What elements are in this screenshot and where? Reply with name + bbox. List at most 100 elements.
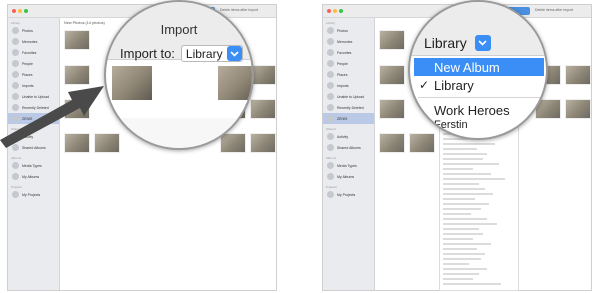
- folder-icon: [12, 191, 19, 198]
- sidebar-item-label: Imports: [337, 83, 349, 88]
- sidebar-item-label: Recently Deleted: [337, 105, 364, 110]
- import-destination-select[interactable]: Library: [180, 45, 243, 62]
- sidebar-item-my-albums[interactable]: My Albums: [8, 171, 59, 182]
- window-controls: [12, 9, 28, 13]
- sidebar-item-activity[interactable]: Activity: [323, 131, 374, 142]
- sidebar-item-shared-albums[interactable]: Shared Albums: [323, 142, 374, 153]
- chevron-down-icon[interactable]: [226, 46, 242, 61]
- sidebar: Library Photos Memories Favorites People…: [323, 18, 375, 290]
- sidebar-heading-albums: Albums: [326, 156, 337, 160]
- imports-icon: [327, 82, 334, 89]
- places-icon: [327, 71, 334, 78]
- sidebar-item-memories[interactable]: Memories: [323, 36, 374, 47]
- sidebar-item-media-types[interactable]: Media Types: [323, 160, 374, 171]
- menu-item-label: Work Heroes: [434, 102, 510, 118]
- photo-thumbnail[interactable]: [218, 66, 252, 100]
- sidebar-heading-shared: Shared: [326, 127, 336, 131]
- photo-thumbnail[interactable]: [250, 133, 276, 153]
- sidebar-heading-library: Library: [326, 21, 336, 25]
- sidebar-item-label: ZENIS: [337, 116, 348, 121]
- minimize-window-button[interactable]: [333, 9, 337, 13]
- sidebar-item-photos[interactable]: Photos: [323, 25, 374, 36]
- lens-lower-area: [106, 118, 252, 148]
- minimize-window-button[interactable]: [18, 9, 22, 13]
- shared-albums-icon: [327, 144, 334, 151]
- close-window-button[interactable]: [327, 9, 331, 13]
- chevron-down-icon[interactable]: [474, 35, 491, 51]
- checkmark-icon: ✓: [419, 78, 430, 92]
- sidebar-item-unable-to-upload[interactable]: Unable to Upload: [323, 91, 374, 102]
- sidebar-item-people[interactable]: People: [8, 58, 59, 69]
- photos-icon: [327, 27, 334, 34]
- sidebar-item-memories[interactable]: Memories: [8, 36, 59, 47]
- sidebar-item-label: Media Types: [22, 163, 42, 168]
- close-window-button[interactable]: [12, 9, 16, 13]
- sidebar-item-favorites[interactable]: Favorites: [323, 47, 374, 58]
- zoom-window-button[interactable]: [24, 9, 28, 13]
- folder-icon: [12, 162, 19, 169]
- import-to-row: Import to: Library: [120, 45, 243, 62]
- folder-icon: [327, 162, 334, 169]
- sidebar-item-label: Favorites: [22, 50, 37, 55]
- menu-item-new-album[interactable]: New Album: [414, 58, 544, 76]
- sidebar-item-label: My Albums: [22, 174, 40, 179]
- photo-thumbnail[interactable]: [565, 99, 591, 119]
- sidebar-item-my-projects[interactable]: My Projects: [8, 189, 59, 200]
- sidebar-heading-albums: Albums: [11, 156, 22, 160]
- photo-thumbnail[interactable]: [379, 65, 405, 85]
- sidebar-item-device[interactable]: ZENIS: [323, 113, 374, 124]
- sidebar-item-media-types[interactable]: Media Types: [8, 160, 59, 171]
- sidebar-item-favorites[interactable]: Favorites: [8, 47, 59, 58]
- sidebar-item-label: Shared Albums: [337, 145, 361, 150]
- window-controls: [327, 9, 343, 13]
- menu-item-ferstin[interactable]: Ferstin: [414, 119, 544, 131]
- sidebar-item-people[interactable]: People: [323, 58, 374, 69]
- menu-item-label: Ferstin: [434, 119, 468, 131]
- photo-thumbnail[interactable]: [409, 133, 435, 153]
- sidebar-item-label: Memories: [22, 39, 38, 44]
- memories-icon: [12, 38, 19, 45]
- sidebar-heading-library: Library: [11, 21, 21, 25]
- sidebar-item-label: Favorites: [337, 50, 352, 55]
- photo-thumbnail[interactable]: [379, 133, 405, 153]
- sidebar-item-label: Activity: [337, 134, 349, 139]
- menu-item-work-heroes[interactable]: Work Heroes: [414, 101, 544, 119]
- memories-icon: [327, 38, 334, 45]
- sidebar-item-photos[interactable]: Photos: [8, 25, 59, 36]
- menu-item-label: Library: [434, 77, 474, 93]
- sidebar-item-label: Unable to Upload: [337, 94, 365, 99]
- people-icon: [12, 60, 19, 67]
- sidebar-item-label: Places: [22, 72, 33, 77]
- sidebar-item-label: Photos: [22, 28, 33, 33]
- photo-thumbnail[interactable]: [112, 66, 152, 100]
- photo-thumbnail[interactable]: [565, 65, 591, 85]
- sidebar-item-imports[interactable]: Imports: [323, 80, 374, 91]
- photo-thumbnail[interactable]: [379, 30, 405, 50]
- album-menu-magnifier: Library New Album ✓ Library Work Heroes …: [408, 0, 548, 140]
- photo-thumbnail[interactable]: [250, 99, 276, 119]
- sidebar-item-my-albums[interactable]: My Albums: [323, 171, 374, 182]
- photo-thumbnail[interactable]: [379, 99, 405, 119]
- trash-icon: [327, 104, 334, 111]
- sidebar-item-places[interactable]: Places: [323, 69, 374, 80]
- sidebar-item-label: Photos: [337, 28, 348, 33]
- sidebar: Library Photos Memories Favorites People…: [8, 18, 60, 290]
- import-to-label: Import to:: [120, 46, 175, 61]
- sidebar-item-label: Media Types: [337, 163, 357, 168]
- sidebar-item-label: People: [337, 61, 348, 66]
- folder-icon: [327, 191, 334, 198]
- menu-item-label: New Album: [434, 59, 500, 75]
- activity-icon: [327, 133, 334, 140]
- album-destination-value: Library: [424, 35, 467, 51]
- sidebar-item-label: Places: [337, 72, 348, 77]
- photo-thumbnail[interactable]: [64, 30, 90, 50]
- sidebar-item-my-projects[interactable]: My Projects: [323, 189, 374, 200]
- sidebar-item-recently-deleted[interactable]: Recently Deleted: [323, 102, 374, 113]
- places-icon: [12, 71, 19, 78]
- album-destination-select[interactable]: Library: [424, 35, 491, 51]
- zoom-window-button[interactable]: [339, 9, 343, 13]
- favorites-icon: [327, 49, 334, 56]
- menu-item-library[interactable]: ✓ Library: [414, 76, 544, 94]
- new-photos-heading: New Photos (14 photos): [64, 21, 105, 25]
- sidebar-heading-projects: Projects: [326, 185, 337, 189]
